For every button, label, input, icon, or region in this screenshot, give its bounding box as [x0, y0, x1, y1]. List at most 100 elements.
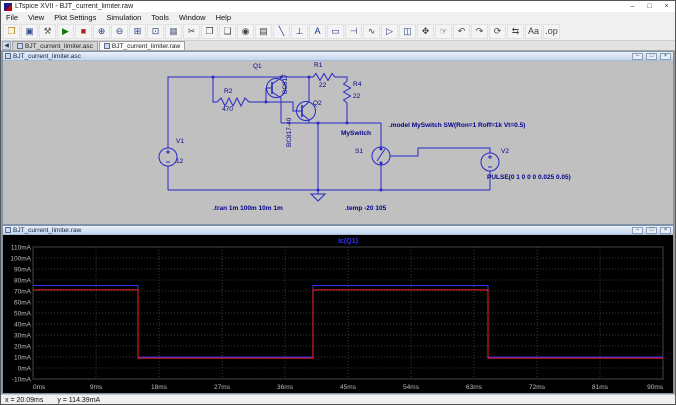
waveform-restore-button[interactable]: □ — [646, 226, 657, 234]
undo-icon: ↶ — [457, 25, 466, 36]
close-button[interactable]: × — [658, 1, 675, 12]
run-button[interactable]: ▶ — [57, 23, 74, 39]
drag-button[interactable]: ☞ — [435, 23, 452, 39]
rotate-button[interactable]: ⟳ — [489, 23, 506, 39]
zoom-in-button[interactable]: ⊕ — [93, 23, 110, 39]
net-label-button[interactable]: A — [309, 23, 326, 39]
minimize-button[interactable]: – — [624, 1, 641, 12]
tab-bar: ◀ BJT_current_limiter.asc BJT_current_lim… — [1, 41, 675, 51]
schematic-restore-button[interactable]: □ — [646, 52, 657, 60]
open-file-button[interactable]: ❒ — [3, 23, 20, 39]
x-tick-label: 18ms — [151, 384, 168, 391]
waveform-close-button[interactable]: × — [660, 226, 671, 234]
save-icon: ▣ — [25, 25, 34, 36]
capacitor-button[interactable]: ⊣ — [345, 23, 362, 39]
resistor-R4-symbol[interactable] — [342, 80, 352, 104]
y-tick-label: 30mA — [14, 333, 32, 340]
menu-tools[interactable]: Tools — [146, 13, 174, 22]
paste-button[interactable]: ❏ — [219, 23, 236, 39]
waveform-window: BJT_current_limiter.raw – □ × 110mA 100mA… — [2, 225, 674, 394]
y-tick-label: 10mA — [14, 355, 32, 362]
copy-button[interactable]: ❐ — [201, 23, 218, 39]
rotate-icon: ⟳ — [493, 25, 502, 36]
schematic-canvas[interactable]: V1 12 R2 470 Q1 BC817 R1 22 R4 22 Q2 BC8… — [3, 61, 673, 224]
grid-icon: ▦ — [169, 25, 178, 36]
waveform-window-titlebar[interactable]: BJT_current_limiter.raw – □ × — [3, 226, 673, 235]
move-icon: ✥ — [421, 25, 430, 36]
schematic-drawing — [158, 72, 500, 202]
ground-symbol[interactable] — [309, 190, 327, 202]
menu-file[interactable]: File — [1, 13, 23, 22]
schematic-file-icon — [103, 43, 110, 49]
save-button[interactable]: ▣ — [21, 23, 38, 39]
schematic-minimize-button[interactable]: – — [632, 52, 643, 60]
inductor-button[interactable]: ∿ — [363, 23, 380, 39]
grid-button[interactable]: ▦ — [165, 23, 182, 39]
schematic-window-titlebar[interactable]: BJT_current_limiter.asc – □ × — [3, 52, 673, 61]
x-tick-label: 36ms — [277, 384, 294, 391]
voltage-source-V2-symbol[interactable] — [480, 152, 500, 172]
component-button[interactable]: ◫ — [399, 23, 416, 39]
v1-value-label: 12 — [176, 158, 184, 165]
menu-view[interactable]: View — [23, 13, 49, 22]
wires[interactable] — [167, 72, 491, 191]
zoom-area-button[interactable]: ⊞ — [129, 23, 146, 39]
move-button[interactable]: ✥ — [417, 23, 434, 39]
tab-scroll-left-icon[interactable]: ◀ — [2, 41, 11, 50]
tab-bjt-current-limiter-asc[interactable]: BJT_current_limiter.asc — [12, 41, 98, 50]
menu-simulation[interactable]: Simulation — [101, 13, 146, 22]
status-bar: x = 20.09ms y = 114.39mA — [1, 394, 675, 404]
wire-button[interactable]: ╲ — [273, 23, 290, 39]
window-title: LTspice XVII - BJT_current_limiter.raw — [15, 3, 134, 10]
text-button[interactable]: Aa — [525, 23, 542, 39]
voltage-source-V1-symbol[interactable] — [158, 147, 178, 167]
y-tick-label: 20mA — [14, 344, 32, 351]
menu-plot-settings[interactable]: Plot Settings — [49, 13, 101, 22]
diode-button[interactable]: ▷ — [381, 23, 398, 39]
menu-window[interactable]: Window — [174, 13, 211, 22]
control-panel-button[interactable]: ⚒ — [39, 23, 56, 39]
waveform-plot-canvas[interactable]: 110mA 100mA 90mA 80mA 70mA 60mA 50mA 40mA 30mA 20… — [3, 235, 673, 393]
zoom-full-button[interactable]: ⊡ — [147, 23, 164, 39]
cut-button[interactable]: ✂ — [183, 23, 200, 39]
undo-button[interactable]: ↶ — [453, 23, 470, 39]
control-panel-icon: ⚒ — [43, 25, 52, 36]
resistor-R1-symbol[interactable] — [312, 72, 336, 82]
tran-directive-label: .tran 1m 100m 10m 1m — [213, 205, 283, 212]
redo-button[interactable]: ↷ — [471, 23, 488, 39]
waveform-file-icon — [5, 227, 11, 233]
waveform-minimize-button[interactable]: – — [632, 226, 643, 234]
r4-name-label: R4 — [353, 81, 362, 88]
halt-button[interactable]: ■ — [75, 23, 92, 39]
switch-S1-symbol[interactable] — [371, 146, 391, 166]
schematic-window-title: BJT_current_limiter.asc — [13, 52, 81, 60]
schematic-window: BJT_current_limiter.asc – □ × V1 12 R2 4… — [2, 51, 674, 225]
halt-icon: ■ — [80, 25, 87, 36]
r2-name-label: R2 — [224, 88, 233, 95]
schematic-close-button[interactable]: × — [660, 52, 671, 60]
mirror-button[interactable]: ⇆ — [507, 23, 524, 39]
find-button[interactable]: ◉ — [237, 23, 254, 39]
y-tick-label: 40mA — [14, 322, 32, 329]
zoom-out-button[interactable]: ⊖ — [111, 23, 128, 39]
zoom-in-icon: ⊕ — [97, 25, 106, 36]
copy-icon: ❐ — [205, 25, 214, 36]
waveform-plot[interactable]: 110mA 100mA 90mA 80mA 70mA 60mA 50mA 40mA 30mA 20… — [3, 235, 671, 393]
zoom-out-icon: ⊖ — [115, 25, 124, 36]
diode-icon: ▷ — [386, 25, 393, 36]
print-button[interactable]: ▤ — [255, 23, 272, 39]
spice-directive-button[interactable]: .op — [543, 23, 560, 39]
maximize-button[interactable]: □ — [641, 1, 658, 12]
zoom-area-icon: ⊞ — [133, 25, 142, 36]
ground-icon: ⊥ — [295, 25, 304, 36]
resistor-R2-symbol[interactable] — [216, 96, 250, 108]
open-file-icon: ❒ — [7, 25, 16, 36]
ground-button[interactable]: ⊥ — [291, 23, 308, 39]
menu-help[interactable]: Help — [211, 13, 236, 22]
resistor-button[interactable]: ▭ — [327, 23, 344, 39]
r1-name-label: R1 — [314, 62, 323, 69]
x-tick-label: 90ms — [647, 384, 664, 391]
redo-icon: ↷ — [475, 25, 484, 36]
tab-bjt-current-limiter-raw[interactable]: BJT_current_limiter.raw — [98, 41, 186, 50]
v1-name-label: V1 — [176, 138, 184, 145]
